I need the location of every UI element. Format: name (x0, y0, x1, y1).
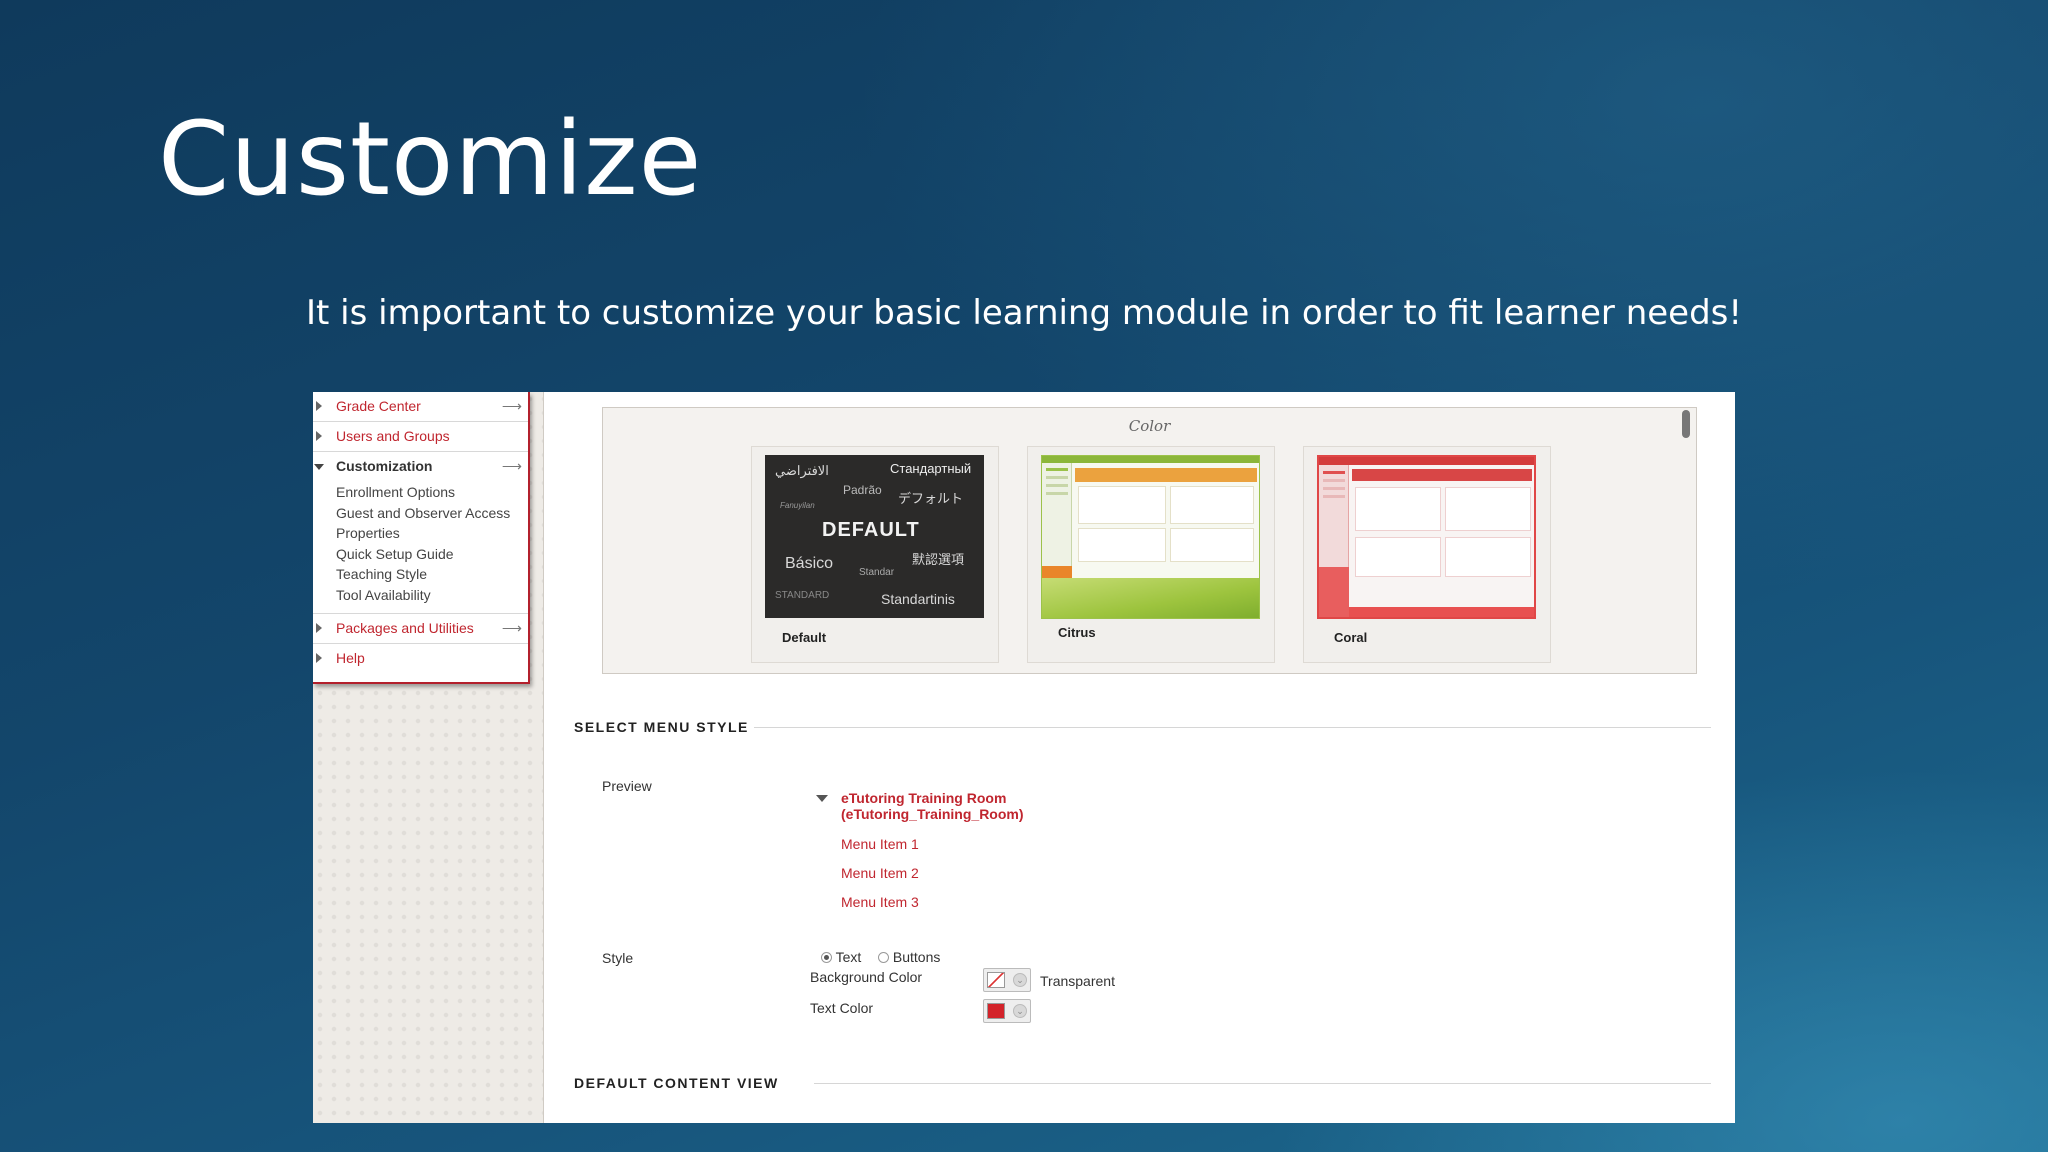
menu-packages-utilities[interactable]: Packages and Utilities ⟶ (313, 614, 528, 644)
word-standard: STANDARD (775, 590, 830, 601)
menu-users-groups-label: Users and Groups (336, 428, 450, 444)
color-theme-selector: Color الافتراضي Стандартный Padrão デフォルト… (602, 407, 1697, 674)
theme-default-thumbnail: الافتراضي Стандартный Padrão デフォルト Fanuy… (765, 455, 984, 618)
chevron-down-icon[interactable]: ⌄ (1013, 973, 1027, 987)
arrow-right-icon[interactable]: ⟶ (502, 392, 522, 420)
scrollbar-thumb[interactable] (1682, 410, 1690, 438)
section-divider (814, 1083, 1711, 1084)
menu-help[interactable]: Help (313, 644, 528, 674)
word-russian: Стандартный (890, 461, 972, 476)
preview-menu-item-1[interactable]: Menu Item 1 (841, 836, 919, 852)
style-label: Style (602, 950, 634, 966)
theme-coral-thumbnail (1317, 455, 1536, 619)
section-divider (754, 727, 1711, 728)
theme-default-label: Default (782, 630, 827, 645)
slide-title: Customize (158, 100, 703, 219)
word-spanish: Básico (785, 555, 834, 572)
theme-coral[interactable]: Coral (1303, 446, 1551, 663)
menu-help-label: Help (336, 650, 365, 666)
word-small: Fanuyilan (780, 501, 815, 510)
collapse-triangle-icon (314, 464, 324, 470)
course-sidebar: Grade Center ⟶ Users and Groups Customiz… (313, 392, 544, 1123)
theme-coral-label: Coral (1334, 630, 1368, 645)
style-option-text[interactable]: Text (821, 949, 861, 965)
theme-citrus[interactable]: Citrus (1027, 446, 1275, 663)
style-option-buttons[interactable]: Buttons (878, 949, 940, 965)
default-content-view-heading: DEFAULT CONTENT VIEW (574, 1075, 779, 1091)
control-panel-menu: Grade Center ⟶ Users and Groups Customiz… (313, 392, 530, 684)
style-option-text-label: Text (835, 949, 862, 965)
word-japanese: デフォルト (898, 491, 964, 506)
slide-subtitle: It is important to customize your basic … (305, 293, 1743, 333)
style-option-buttons-label: Buttons (892, 949, 941, 965)
main-content: Color الافتراضي Стандартный Padrão デフォルト… (544, 392, 1735, 1123)
radio-buttons[interactable] (878, 952, 889, 963)
submenu-properties[interactable]: Properties (336, 523, 528, 544)
color-label: Color (1128, 417, 1171, 435)
expand-triangle-icon (316, 401, 322, 411)
text-color-swatch (987, 1003, 1005, 1019)
radio-text[interactable] (821, 952, 832, 963)
menu-grade-center-label: Grade Center (336, 398, 421, 414)
collapse-triangle-icon (816, 795, 828, 802)
background-transparent-value: Transparent (1040, 973, 1115, 989)
submenu-enrollment-options[interactable]: Enrollment Options (336, 482, 528, 503)
menu-grade-center[interactable]: Grade Center ⟶ (313, 392, 528, 422)
background-color-label: Background Color (810, 969, 923, 985)
menu-customization[interactable]: Customization ⟶ (313, 452, 528, 482)
word-arabic: الافتراضي (775, 463, 829, 478)
word-portuguese: Padrão (843, 483, 882, 497)
word-chinese: 默認選項 (912, 552, 965, 567)
menu-packages-label: Packages and Utilities (336, 620, 474, 636)
submenu-quick-setup-guide[interactable]: Quick Setup Guide (336, 544, 528, 565)
preview-course-title[interactable]: eTutoring Training Room (841, 790, 1006, 806)
menu-users-groups[interactable]: Users and Groups (313, 422, 528, 452)
expand-triangle-icon (316, 431, 322, 441)
submenu-guest-observer-access[interactable]: Guest and Observer Access (336, 503, 528, 524)
preview-menu-item-3[interactable]: Menu Item 3 (841, 894, 919, 910)
theme-citrus-label: Citrus (1058, 625, 1096, 640)
customization-submenu: Enrollment Options Guest and Observer Ac… (313, 482, 528, 614)
transparent-swatch (987, 972, 1005, 988)
word-default: DEFAULT (822, 519, 920, 541)
text-color-label: Text Color (810, 1000, 874, 1016)
word-standar: Standar (859, 567, 895, 578)
arrow-right-icon[interactable]: ⟶ (502, 614, 522, 642)
theme-citrus-thumbnail (1041, 455, 1260, 619)
submenu-tool-availability[interactable]: Tool Availability (336, 585, 528, 606)
word-lithuanian: Standartinis (881, 591, 955, 607)
preview-course-id[interactable]: (eTutoring_Training_Room) (841, 806, 1024, 822)
theme-default[interactable]: الافتراضي Стандартный Padrão デフォルト Fanuy… (751, 446, 999, 663)
preview-label: Preview (602, 778, 652, 794)
expand-triangle-icon (316, 623, 322, 633)
expand-triangle-icon (316, 653, 322, 663)
select-menu-style-heading: SELECT MENU STYLE (574, 719, 749, 735)
menu-customization-label: Customization (336, 458, 433, 474)
submenu-teaching-style[interactable]: Teaching Style (336, 564, 528, 585)
screenshot-panel: Grade Center ⟶ Users and Groups Customiz… (313, 392, 1735, 1123)
text-color-picker[interactable]: ⌄ (983, 999, 1031, 1023)
background-color-picker[interactable]: ⌄ (983, 968, 1031, 992)
preview-menu-item-2[interactable]: Menu Item 2 (841, 865, 919, 881)
chevron-down-icon[interactable]: ⌄ (1013, 1004, 1027, 1018)
arrow-right-icon[interactable]: ⟶ (502, 452, 522, 480)
